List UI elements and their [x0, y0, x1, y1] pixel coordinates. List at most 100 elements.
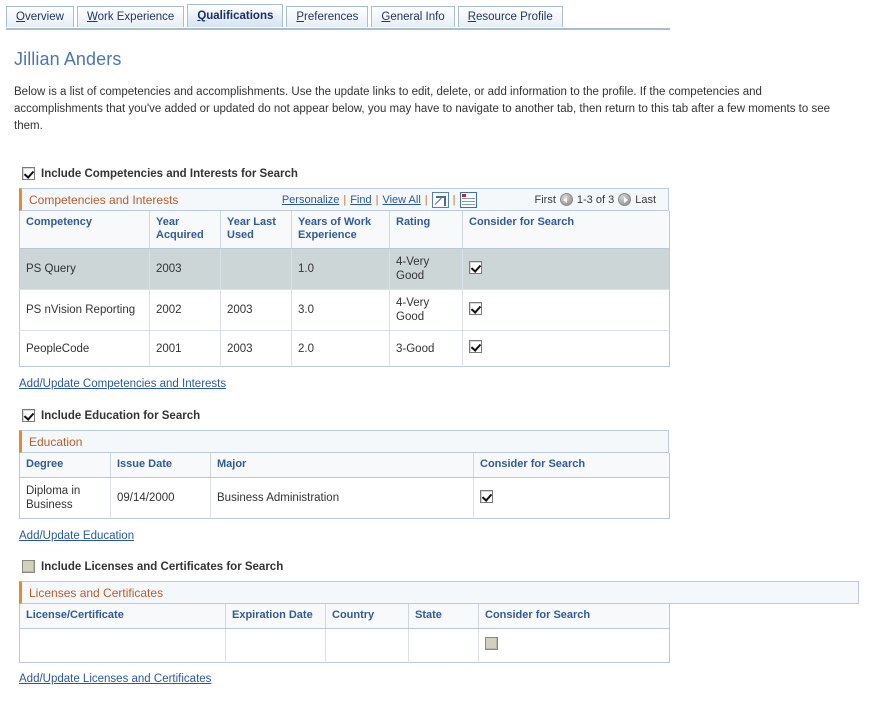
table-row[interactable]: Diploma in Business 09/14/2000 Business … — [20, 478, 670, 519]
column-header-year-acquired[interactable]: Year Acquired — [150, 211, 221, 249]
tab-work-experience-label: ork Experience — [98, 11, 175, 23]
include-education-row[interactable]: Include Education for Search — [22, 409, 869, 422]
cell-consider-for-search[interactable] — [474, 478, 670, 519]
tab-resource-profile-accesskey: R — [468, 11, 476, 23]
cell-years-experience: 2.0 — [292, 331, 390, 367]
download-to-spreadsheet-icon[interactable] — [460, 192, 477, 208]
cell-degree: Diploma in Business — [20, 478, 111, 519]
cell-years-experience: 3.0 — [292, 290, 390, 331]
column-header-license-certificate[interactable]: License/Certificate — [20, 604, 226, 629]
cell-year-last-used: 2003 — [221, 331, 292, 367]
toolbar-separator-4: | — [453, 194, 456, 206]
tab-resource-profile[interactable]: Resource Profile — [458, 6, 563, 27]
column-header-competency[interactable]: Competency — [20, 211, 150, 249]
page-intro-text: Below is a list of competencies and acco… — [14, 84, 852, 135]
table-row[interactable]: PS nVision Reporting 2002 2003 3.0 4-Ver… — [20, 290, 670, 331]
column-header-degree[interactable]: Degree — [20, 453, 111, 478]
nav-range-label: 1-3 of 3 — [577, 194, 614, 206]
competencies-header-row: Competency Year Acquired Year Last Used … — [20, 211, 670, 249]
cell-year-last-used — [221, 249, 292, 290]
include-education-checkbox[interactable] — [22, 409, 35, 422]
licenses-header-row: License/Certificate Expiration Date Coun… — [20, 604, 670, 629]
tab-general-info[interactable]: General Info — [371, 6, 454, 27]
tab-preferences[interactable]: Preferences — [286, 6, 368, 27]
column-header-rating[interactable]: Rating — [390, 211, 463, 249]
column-header-years-of-work-experience[interactable]: Years of Work Experience — [292, 211, 390, 249]
column-header-country[interactable]: Country — [326, 604, 409, 629]
previous-arrow-icon[interactable] — [560, 193, 573, 206]
licenses-grid-header: Licenses and Certificates — [19, 581, 859, 604]
tab-qualifications[interactable]: Qualifications — [187, 4, 283, 27]
consider-for-search-checkbox[interactable] — [469, 302, 482, 315]
cell-competency: PS Query — [20, 249, 150, 290]
add-update-competencies-link[interactable]: Add/Update Competencies and Interests — [19, 378, 226, 390]
column-header-expiration-date[interactable]: Expiration Date — [226, 604, 326, 629]
cell-consider-for-search[interactable] — [463, 290, 670, 331]
cell-competency: PS nVision Reporting — [20, 290, 150, 331]
licenses-grid: Licenses and Certificates License/Certif… — [19, 581, 869, 663]
tab-overview-label: verview — [25, 11, 64, 23]
cell-issue-date: 09/14/2000 — [111, 478, 211, 519]
cell-rating: 4-Very Good — [390, 249, 463, 290]
cell-consider-for-search[interactable] — [463, 249, 670, 290]
tab-preferences-accesskey: P — [296, 11, 304, 23]
nav-first-link[interactable]: First — [535, 194, 556, 206]
cell-state — [409, 629, 479, 663]
include-licenses-row[interactable]: Include Licenses and Certificates for Se… — [22, 560, 869, 573]
tab-preferences-label: references — [304, 11, 358, 23]
personalize-link[interactable]: Personalize — [282, 194, 339, 206]
column-header-consider-for-search[interactable]: Consider for Search — [479, 604, 670, 629]
add-update-education-link[interactable]: Add/Update Education — [19, 530, 134, 542]
column-header-major[interactable]: Major — [211, 453, 474, 478]
licenses-table: License/Certificate Expiration Date Coun… — [19, 604, 670, 663]
tab-qualifications-accesskey: Q — [197, 10, 206, 22]
expand-window-icon[interactable] — [432, 192, 449, 208]
include-competencies-checkbox[interactable] — [22, 167, 35, 180]
tab-strip: OverviewWork ExperienceQualificationsPre… — [0, 0, 869, 30]
consider-for-search-checkbox[interactable] — [469, 261, 482, 274]
cell-country — [326, 629, 409, 663]
cell-year-last-used: 2003 — [221, 290, 292, 331]
include-competencies-row[interactable]: Include Competencies and Interests for S… — [22, 167, 869, 180]
cell-rating: 3-Good — [390, 331, 463, 367]
tab-strip-underline — [6, 28, 670, 30]
column-header-consider-for-search[interactable]: Consider for Search — [463, 211, 670, 249]
education-grid-header: Education — [19, 430, 669, 453]
cell-consider-for-search[interactable] — [479, 629, 670, 663]
next-arrow-icon[interactable] — [618, 193, 631, 206]
consider-for-search-checkbox[interactable] — [485, 637, 498, 650]
cell-year-acquired: 2001 — [150, 331, 221, 367]
nav-last-link[interactable]: Last — [635, 194, 656, 206]
tab-overview[interactable]: Overview — [6, 6, 74, 27]
consider-for-search-checkbox[interactable] — [469, 340, 482, 353]
table-row[interactable]: PS Query 2003 1.0 4-Very Good — [20, 249, 670, 290]
cell-consider-for-search[interactable] — [463, 331, 670, 367]
education-grid-title: Education — [29, 435, 82, 449]
table-row[interactable] — [20, 629, 670, 663]
page-title: Jillian Anders — [14, 49, 869, 70]
include-licenses-label: Include Licenses and Certificates for Se… — [41, 561, 283, 573]
cell-year-acquired: 2002 — [150, 290, 221, 331]
education-grid: Education Degree Issue Date Major Consid… — [19, 430, 869, 519]
cell-license-certificate — [20, 629, 226, 663]
column-header-state[interactable]: State — [409, 604, 479, 629]
include-licenses-checkbox[interactable] — [22, 560, 35, 573]
cell-major: Business Administration — [211, 478, 474, 519]
cell-expiration-date — [226, 629, 326, 663]
competencies-grid-header: Competencies and Interests Personalize |… — [19, 188, 669, 211]
view-all-link[interactable]: View All — [382, 194, 420, 206]
cell-years-experience: 1.0 — [292, 249, 390, 290]
consider-for-search-checkbox[interactable] — [480, 490, 493, 503]
tab-general-info-accesskey: G — [381, 11, 390, 23]
table-row[interactable]: PeopleCode 2001 2003 2.0 3-Good — [20, 331, 670, 367]
tab-work-experience[interactable]: Work Experience — [77, 6, 184, 27]
competencies-grid-navigation: First 1-3 of 3 Last — [535, 193, 657, 206]
education-header-row: Degree Issue Date Major Consider for Sea… — [20, 453, 670, 478]
column-header-consider-for-search[interactable]: Consider for Search — [474, 453, 670, 478]
add-update-licenses-link[interactable]: Add/Update Licenses and Certificates — [19, 673, 211, 685]
column-header-issue-date[interactable]: Issue Date — [111, 453, 211, 478]
cell-year-acquired: 2003 — [150, 249, 221, 290]
tab-overview-accesskey: O — [16, 11, 25, 23]
find-link[interactable]: Find — [350, 194, 371, 206]
column-header-year-last-used[interactable]: Year Last Used — [221, 211, 292, 249]
